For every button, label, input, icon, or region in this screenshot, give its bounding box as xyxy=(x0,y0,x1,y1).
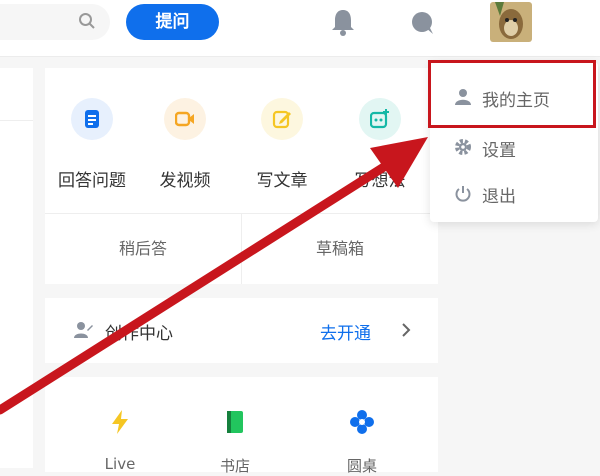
annotation-arrow xyxy=(0,137,428,415)
